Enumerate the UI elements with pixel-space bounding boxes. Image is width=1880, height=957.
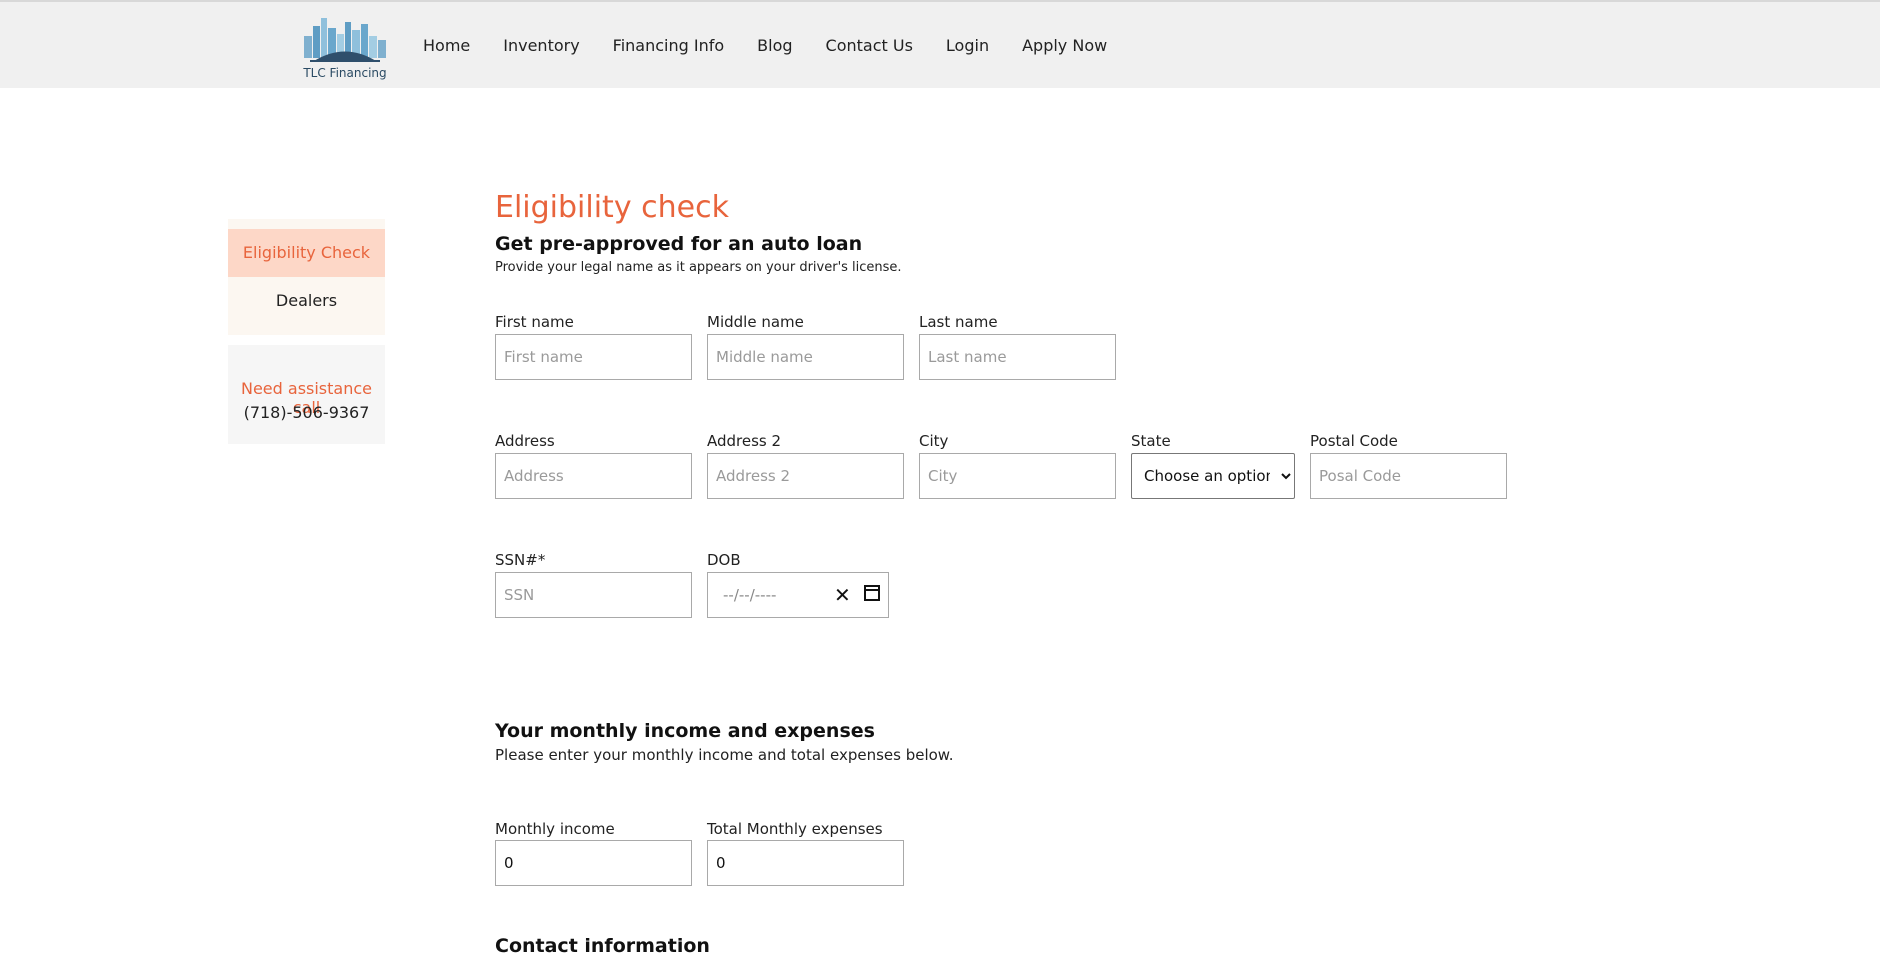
brand-logo[interactable]: TLC Financing — [300, 14, 390, 80]
assistance-phone[interactable]: (718)-506-9367 — [228, 403, 385, 422]
nav-contact-us[interactable]: Contact Us — [826, 36, 913, 55]
ssn-input[interactable] — [495, 572, 692, 618]
postal-code-label: Postal Code — [1310, 432, 1398, 450]
income-note: Please enter your monthly income and tot… — [495, 746, 954, 764]
form-subtitle: Get pre-approved for an auto loan — [495, 233, 862, 255]
nav-home[interactable]: Home — [423, 36, 470, 55]
sidebar-menu: Eligibility Check Dealers — [228, 219, 385, 335]
ssn-label: SSN#* — [495, 551, 546, 569]
monthly-income-label: Monthly income — [495, 820, 615, 838]
monthly-income-input[interactable] — [495, 840, 692, 886]
assistance-box: Need assistance call (718)-506-9367 — [228, 345, 385, 444]
dob-input[interactable]: --/--/---- ✕ — [707, 572, 889, 618]
address2-input[interactable] — [707, 453, 904, 499]
city-skyline-icon — [304, 18, 386, 62]
state-select[interactable]: Choose an option — [1131, 453, 1295, 499]
nav-login[interactable]: Login — [946, 36, 989, 55]
last-name-label: Last name — [919, 313, 998, 331]
middle-name-input[interactable] — [707, 334, 904, 380]
postal-code-input[interactable] — [1310, 453, 1507, 499]
address-input[interactable] — [495, 453, 692, 499]
monthly-expenses-input[interactable] — [707, 840, 904, 886]
first-name-input[interactable] — [495, 334, 692, 380]
nav-blog[interactable]: Blog — [757, 36, 792, 55]
brand-name: TLC Financing — [303, 66, 387, 80]
close-icon[interactable]: ✕ — [834, 583, 851, 607]
income-heading: Your monthly income and expenses — [495, 720, 875, 742]
main-nav: Home Inventory Financing Info Blog Conta… — [423, 36, 1140, 55]
address2-label: Address 2 — [707, 432, 782, 450]
form-note: Provide your legal name as it appears on… — [495, 260, 902, 275]
city-label: City — [919, 432, 949, 450]
nav-apply-now[interactable]: Apply Now — [1022, 36, 1107, 55]
dob-placeholder: --/--/---- — [723, 586, 777, 604]
state-label: State — [1131, 432, 1171, 450]
calendar-icon[interactable] — [864, 585, 880, 601]
nav-financing-info[interactable]: Financing Info — [613, 36, 724, 55]
subtitle-prefix: Get — [495, 233, 540, 255]
subtitle-bold: pre-approved — [539, 233, 685, 255]
monthly-expenses-label: Total Monthly expenses — [707, 820, 883, 838]
site-header: TLC Financing Home Inventory Financing I… — [0, 2, 1880, 88]
subtitle-suffix: for an auto loan — [684, 233, 863, 255]
page-title: Eligibility check — [495, 190, 729, 225]
nav-inventory[interactable]: Inventory — [503, 36, 579, 55]
contact-heading: Contact information — [495, 935, 710, 957]
last-name-input[interactable] — [919, 334, 1116, 380]
sidebar-item-eligibility-check[interactable]: Eligibility Check — [228, 229, 385, 277]
dob-label: DOB — [707, 551, 741, 569]
address-label: Address — [495, 432, 555, 450]
city-input[interactable] — [919, 453, 1116, 499]
first-name-label: First name — [495, 313, 574, 331]
middle-name-label: Middle name — [707, 313, 804, 331]
sidebar-item-dealers[interactable]: Dealers — [228, 277, 385, 325]
